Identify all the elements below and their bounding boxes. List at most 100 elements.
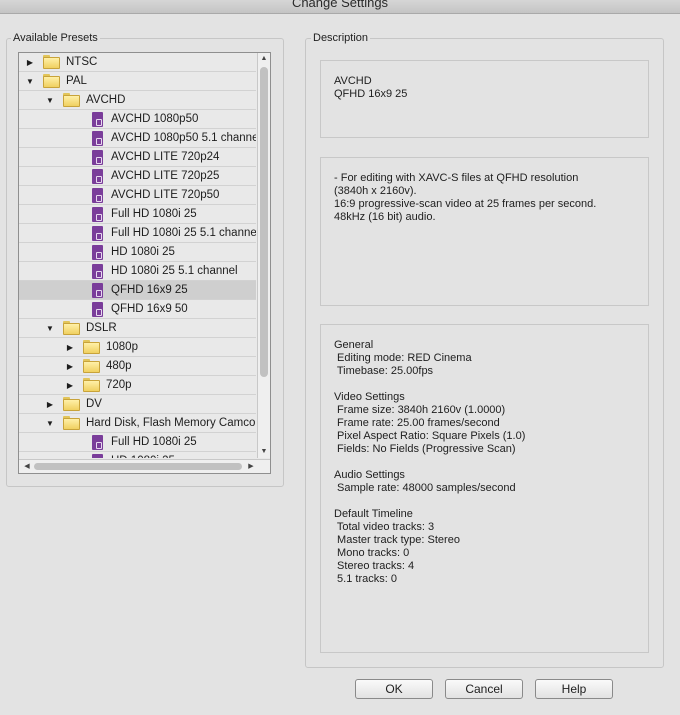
- tree-folder-row[interactable]: ▼ Hard Disk, Flash Memory Camcorders: [19, 414, 256, 433]
- description-line: Total video tracks: 3: [334, 521, 435, 533]
- tree-preset-row[interactable]: QFHD 16x9 50: [19, 300, 256, 319]
- description-line: Video Settings: [334, 391, 405, 403]
- description-line: Audio Settings: [334, 469, 405, 481]
- description-line: [334, 456, 525, 469]
- cancel-button[interactable]: Cancel: [445, 679, 523, 699]
- description-line: Stereo tracks: 4: [334, 560, 415, 572]
- tree-item-label: DV: [86, 398, 102, 410]
- disclosure-collapsed-icon[interactable]: ▶: [25, 53, 35, 71]
- preset-file-icon: [92, 112, 103, 127]
- description-line: AVCHD: [334, 75, 372, 87]
- tree-item-label: QFHD 16x9 25: [111, 284, 188, 296]
- tree-folder-row[interactable]: ▼ PAL: [19, 72, 256, 91]
- tree-item-label: NTSC: [66, 56, 98, 68]
- description-detail-panel: - For editing with XAVC-S files at QFHD …: [320, 157, 649, 306]
- preset-file-icon: [92, 169, 103, 184]
- tree-preset-row[interactable]: HD 1080i 25 5.1 channel: [19, 262, 256, 281]
- tree-folder-row[interactable]: ▶ 480p: [19, 357, 256, 376]
- disclosure-expanded-icon[interactable]: ▼: [25, 72, 35, 90]
- description-line: Frame size: 3840h 2160v (1.0000): [334, 404, 506, 416]
- title-bar: Change Settings: [0, 0, 680, 14]
- disclosure-expanded-icon[interactable]: ▼: [45, 91, 55, 109]
- description-line: 5.1 tracks: 0: [334, 573, 397, 585]
- tree-preset-row[interactable]: AVCHD 1080p50: [19, 110, 256, 129]
- description-line: QFHD 16x9 25: [334, 88, 408, 100]
- tree-preset-row[interactable]: Full HD 1080i 25 5.1 channel: [19, 224, 256, 243]
- tree-item-label: HD 1080i 25: [111, 452, 175, 458]
- description-summary-panel: AVCHD QFHD 16x9 25: [320, 60, 649, 138]
- disclosure-collapsed-icon[interactable]: ▶: [45, 395, 55, 413]
- disclosure-collapsed-icon[interactable]: ▶: [65, 376, 75, 394]
- folder-icon: [83, 340, 100, 354]
- description-line: [334, 378, 525, 391]
- description-line: 48kHz (16 bit) audio.: [334, 211, 436, 223]
- tree-vertical-scrollbar[interactable]: ▲ ▼: [257, 53, 270, 458]
- preset-file-icon: [92, 264, 103, 279]
- horizontal-scroll-thumb[interactable]: [34, 463, 242, 470]
- tree-preset-row[interactable]: AVCHD 1080p50 5.1 channel: [19, 129, 256, 148]
- tree-folder-row[interactable]: ▼ DSLR: [19, 319, 256, 338]
- tree-preset-row[interactable]: HD 1080i 25: [19, 243, 256, 262]
- tree-folder-row[interactable]: ▶ NTSC: [19, 53, 256, 72]
- tree-item-label: Full HD 1080i 25 5.1 channel: [111, 227, 256, 239]
- tree-item-label: 480p: [106, 360, 132, 372]
- tree-item-label: HD 1080i 25 5.1 channel: [111, 265, 238, 277]
- tree-preset-row[interactable]: HD 1080i 25: [19, 452, 256, 458]
- preset-file-icon: [92, 302, 103, 317]
- tree-item-label: DSLR: [86, 322, 117, 334]
- vertical-scroll-thumb[interactable]: [260, 67, 268, 377]
- tree-folder-row[interactable]: ▶ 1080p: [19, 338, 256, 357]
- description-line: [334, 495, 525, 508]
- description-line: Editing mode: RED Cinema: [334, 352, 472, 364]
- tree-folder-row[interactable]: ▶ DV: [19, 395, 256, 414]
- tree-item-label: 1080p: [106, 341, 138, 353]
- tree-item-label: Full HD 1080i 25: [111, 208, 197, 220]
- folder-icon: [83, 378, 100, 392]
- tree-item-label: AVCHD 1080p50 5.1 channel: [111, 132, 256, 144]
- preset-file-icon: [92, 150, 103, 165]
- tree-preset-row[interactable]: Full HD 1080i 25: [19, 205, 256, 224]
- scroll-right-arrow-icon[interactable]: ▶: [245, 460, 257, 473]
- description-line: 16:9 progressive-scan video at 25 frames…: [334, 198, 597, 210]
- description-settings-panel: General Editing mode: RED Cinema Timebas…: [320, 324, 649, 653]
- preset-file-icon: [92, 454, 103, 458]
- disclosure-collapsed-icon[interactable]: ▶: [65, 338, 75, 356]
- folder-icon: [43, 74, 60, 88]
- description-line: Default Timeline: [334, 508, 413, 520]
- presets-tree: ▶ NTSC ▼ PAL ▼ AVCHD AVCHD 1080p50 AVCHD 1080p5…: [18, 52, 271, 474]
- scroll-up-arrow-icon[interactable]: ▲: [258, 53, 270, 65]
- tree-preset-row[interactable]: AVCHD LITE 720p50: [19, 186, 256, 205]
- tree-preset-row[interactable]: AVCHD LITE 720p25: [19, 167, 256, 186]
- disclosure-expanded-icon[interactable]: ▼: [45, 319, 55, 337]
- tree-preset-row[interactable]: AVCHD LITE 720p24: [19, 148, 256, 167]
- ok-button[interactable]: OK: [355, 679, 433, 699]
- tree-item-label: Full HD 1080i 25: [111, 436, 197, 448]
- tree-item-label: PAL: [66, 75, 87, 87]
- disclosure-expanded-icon[interactable]: ▼: [45, 414, 55, 432]
- tree-folder-row[interactable]: ▶ 720p: [19, 376, 256, 395]
- scroll-down-arrow-icon[interactable]: ▼: [258, 446, 270, 458]
- tree-horizontal-scrollbar[interactable]: ◀ ▶: [19, 459, 270, 473]
- tree-item-label: HD 1080i 25: [111, 246, 175, 258]
- window-title: Change Settings: [291, 0, 389, 10]
- preset-file-icon: [92, 226, 103, 241]
- folder-icon: [83, 359, 100, 373]
- description-group-label: Description: [311, 32, 371, 44]
- description-line: General: [334, 339, 374, 351]
- disclosure-collapsed-icon[interactable]: ▶: [65, 357, 75, 375]
- tree-folder-row[interactable]: ▼ AVCHD: [19, 91, 256, 110]
- folder-icon: [43, 55, 60, 69]
- description-line: (3840h x 2160v).: [334, 185, 417, 197]
- scroll-left-arrow-icon[interactable]: ◀: [21, 460, 33, 473]
- tree-item-label: AVCHD LITE 720p25: [111, 170, 220, 182]
- tree-item-label: QFHD 16x9 50: [111, 303, 188, 315]
- preset-file-icon: [92, 283, 103, 298]
- folder-icon: [63, 93, 80, 107]
- help-button[interactable]: Help: [535, 679, 613, 699]
- description-line: Sample rate: 48000 samples/second: [334, 482, 516, 494]
- description-line: Mono tracks: 0: [334, 547, 410, 559]
- preset-file-icon: [92, 131, 103, 146]
- folder-icon: [63, 397, 80, 411]
- tree-preset-row[interactable]: QFHD 16x9 25: [19, 281, 256, 300]
- tree-preset-row[interactable]: Full HD 1080i 25: [19, 433, 256, 452]
